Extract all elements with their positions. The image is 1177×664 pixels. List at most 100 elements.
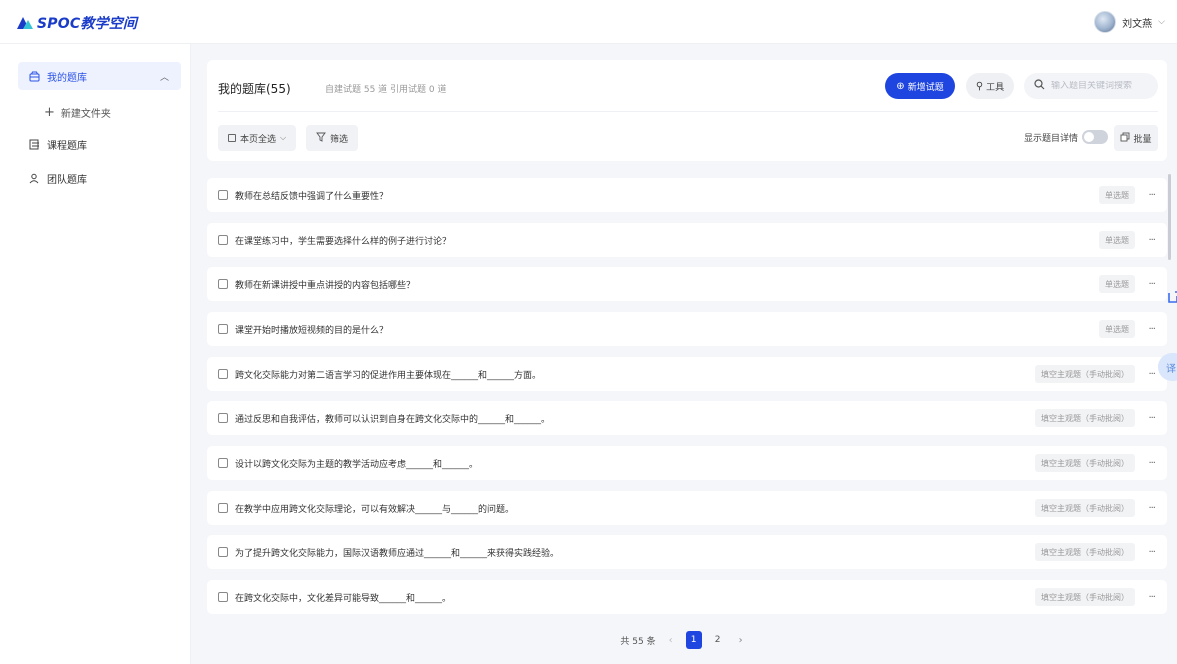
- question-text: 课堂开始时播放短视频的目的是什么？: [235, 325, 389, 336]
- batch-icon: [1120, 132, 1130, 145]
- row-checkbox[interactable]: [218, 503, 228, 513]
- question-row[interactable]: 在跨文化交际中，文化差异可能导致______和______。 填空主观题（手动批…: [207, 580, 1167, 614]
- more-icon[interactable]: ···: [1148, 235, 1155, 246]
- question-text: 设计以跨文化交际为主题的教学活动应考虑______和______。: [235, 459, 479, 470]
- question-text: 在教学中应用跨文化交际理论，可以有效解决______与______的问题。: [235, 504, 515, 515]
- logo-text: SPOC教学空间: [37, 16, 138, 32]
- question-text: 跨文化交际能力对第二语言学习的促进作用主要体现在______和______方面。: [235, 370, 542, 381]
- more-icon[interactable]: ···: [1148, 190, 1155, 201]
- row-checkbox[interactable]: [218, 324, 228, 334]
- list-scrollbar[interactable]: [1168, 174, 1171, 260]
- tools-icon: ⚲: [975, 80, 984, 92]
- checkbox-icon: [228, 134, 236, 142]
- select-page-label: 本页全选: [240, 134, 277, 145]
- sidebar-item-team-bank[interactable]: 团队题库: [18, 164, 181, 192]
- box-icon: [28, 70, 40, 82]
- question-text: 为了提升跨文化交际能力，国际汉语教师应通过______和______来获得实践经…: [235, 548, 560, 559]
- sidebar: 我的题库 ︿ + 新建文件夹 课程题库 团队题库: [0, 44, 191, 664]
- question-type-badge: 填空主观题（手动批阅）: [1035, 499, 1135, 517]
- more-icon[interactable]: ···: [1148, 547, 1155, 558]
- question-row[interactable]: 为了提升跨文化交际能力，国际汉语教师应通过______和______来获得实践经…: [207, 535, 1167, 569]
- question-row[interactable]: 课堂开始时播放短视频的目的是什么？ 单选题 ···: [207, 312, 1167, 346]
- question-text: 在课堂练习中，学生需要选择什么样的例子进行讨论？: [235, 236, 452, 247]
- logo-mark-icon: [17, 16, 33, 30]
- new-folder-button[interactable]: + 新建文件夹: [44, 102, 111, 122]
- show-details-label: 显示题目详情: [1024, 133, 1079, 144]
- user-name: 刘文燕: [1122, 18, 1153, 30]
- new-folder-label: 新建文件夹: [60, 108, 111, 120]
- question-row[interactable]: 通过反思和自我评估，教师可以认识到自身在跨文化交际中的______和______…: [207, 401, 1167, 435]
- search-box[interactable]: [1024, 73, 1158, 99]
- filter-button[interactable]: 筛选: [306, 125, 359, 151]
- search-icon: [1034, 79, 1045, 93]
- divider: [218, 111, 1158, 112]
- page-1-button[interactable]: 1: [685, 631, 702, 649]
- chevron-up-icon[interactable]: ︿: [160, 70, 169, 83]
- feedback-icon[interactable]: [1167, 290, 1177, 306]
- question-type-badge: 填空主观题（手动批阅）: [1035, 543, 1135, 561]
- more-icon[interactable]: ···: [1148, 413, 1155, 424]
- more-icon[interactable]: ···: [1148, 458, 1155, 469]
- question-row[interactable]: 教师在新课讲授中重点讲授的内容包括哪些？ 单选题 ···: [207, 267, 1167, 301]
- book-icon: [28, 138, 40, 150]
- question-list: 教师在总结反馈中强调了什么重要性？ 单选题 ··· 在课堂练习中，学生需要选择什…: [207, 178, 1167, 622]
- row-checkbox[interactable]: [218, 547, 228, 557]
- top-bar: SPOC教学空间 刘文燕 ⌵: [0, 0, 1177, 44]
- search-input[interactable]: [1051, 81, 1151, 91]
- row-checkbox[interactable]: [218, 235, 228, 245]
- question-row[interactable]: 教师在总结反馈中强调了什么重要性？ 单选题 ···: [207, 178, 1167, 212]
- question-row[interactable]: 在课堂练习中，学生需要选择什么样的例子进行讨论？ 单选题 ···: [207, 223, 1167, 257]
- question-row[interactable]: 设计以跨文化交际为主题的教学活动应考虑______和______。 填空主观题（…: [207, 446, 1167, 480]
- chevron-down-icon: ⌵: [1158, 17, 1165, 27]
- chevron-down-icon: ⌵: [280, 133, 287, 142]
- more-icon[interactable]: ···: [1148, 279, 1155, 290]
- plus-icon: +: [44, 104, 55, 120]
- avatar[interactable]: [1094, 11, 1117, 33]
- row-checkbox[interactable]: [218, 279, 228, 289]
- sidebar-item-label: 团队题库: [47, 174, 87, 186]
- row-checkbox[interactable]: [218, 369, 228, 379]
- more-icon[interactable]: ···: [1148, 324, 1155, 335]
- plus-circle-icon: ⊕: [896, 80, 905, 92]
- batch-button[interactable]: 批量: [1114, 125, 1158, 151]
- more-icon[interactable]: ···: [1148, 592, 1155, 603]
- batch-label: 批量: [1133, 134, 1152, 145]
- prev-page-icon[interactable]: ‹: [664, 635, 678, 646]
- add-question-button[interactable]: ⊕ 新增试题: [885, 73, 955, 99]
- pagination: 共 55 条 ‹ 1 2 ›: [191, 628, 1177, 652]
- sidebar-item-course-bank[interactable]: 课程题库: [18, 130, 181, 158]
- more-icon[interactable]: ···: [1148, 503, 1155, 514]
- question-type-badge: 填空主观题（手动批阅）: [1035, 454, 1135, 472]
- question-text: 通过反思和自我评估，教师可以认识到自身在跨文化交际中的______和______…: [235, 414, 551, 425]
- question-type-badge: 单选题: [1099, 275, 1135, 293]
- question-text: 在跨文化交际中，文化差异可能导致______和______。: [235, 593, 452, 604]
- row-checkbox[interactable]: [218, 413, 228, 423]
- sidebar-item-label: 我的题库: [47, 72, 87, 84]
- more-icon[interactable]: ···: [1148, 369, 1155, 380]
- sidebar-item-label: 课程题库: [47, 140, 87, 152]
- question-type-badge: 填空主观题（手动批阅）: [1035, 365, 1135, 383]
- select-page-dropdown[interactable]: 本页全选 ⌵: [218, 125, 297, 151]
- spoc-logo[interactable]: SPOC教学空间: [17, 13, 137, 33]
- question-count-summary: 自建试题 55 道 引用试题 0 道: [325, 85, 447, 95]
- next-page-icon[interactable]: ›: [734, 635, 748, 646]
- page-2-button[interactable]: 2: [710, 631, 726, 649]
- tools-button[interactable]: ⚲ 工具: [966, 73, 1014, 99]
- page-title: 我的题库(55): [218, 82, 291, 96]
- question-type-badge: 填空主观题（手动批阅）: [1035, 409, 1135, 427]
- sidebar-item-my-bank[interactable]: 我的题库 ︿: [18, 62, 181, 90]
- question-row[interactable]: 在教学中应用跨文化交际理论，可以有效解决______与______的问题。 填空…: [207, 491, 1167, 525]
- row-checkbox[interactable]: [218, 592, 228, 602]
- user-menu[interactable]: 刘文燕 ⌵: [1094, 11, 1165, 33]
- question-text: 教师在新课讲授中重点讲授的内容包括哪些？: [235, 280, 416, 291]
- show-details-toggle[interactable]: [1082, 130, 1109, 144]
- total-count: 共 55 条: [620, 636, 656, 647]
- add-question-label: 新增试题: [907, 82, 944, 93]
- question-type-badge: 单选题: [1099, 186, 1135, 204]
- question-row[interactable]: 跨文化交际能力对第二语言学习的促进作用主要体现在______和______方面。…: [207, 357, 1167, 391]
- row-checkbox[interactable]: [218, 458, 228, 468]
- bank-header-card: 我的题库(55) 自建试题 55 道 引用试题 0 道 ⊕ 新增试题 ⚲ 工具 …: [207, 60, 1167, 161]
- filter-label: 筛选: [330, 134, 349, 145]
- row-checkbox[interactable]: [218, 190, 228, 200]
- question-text: 教师在总结反馈中强调了什么重要性？: [235, 191, 389, 202]
